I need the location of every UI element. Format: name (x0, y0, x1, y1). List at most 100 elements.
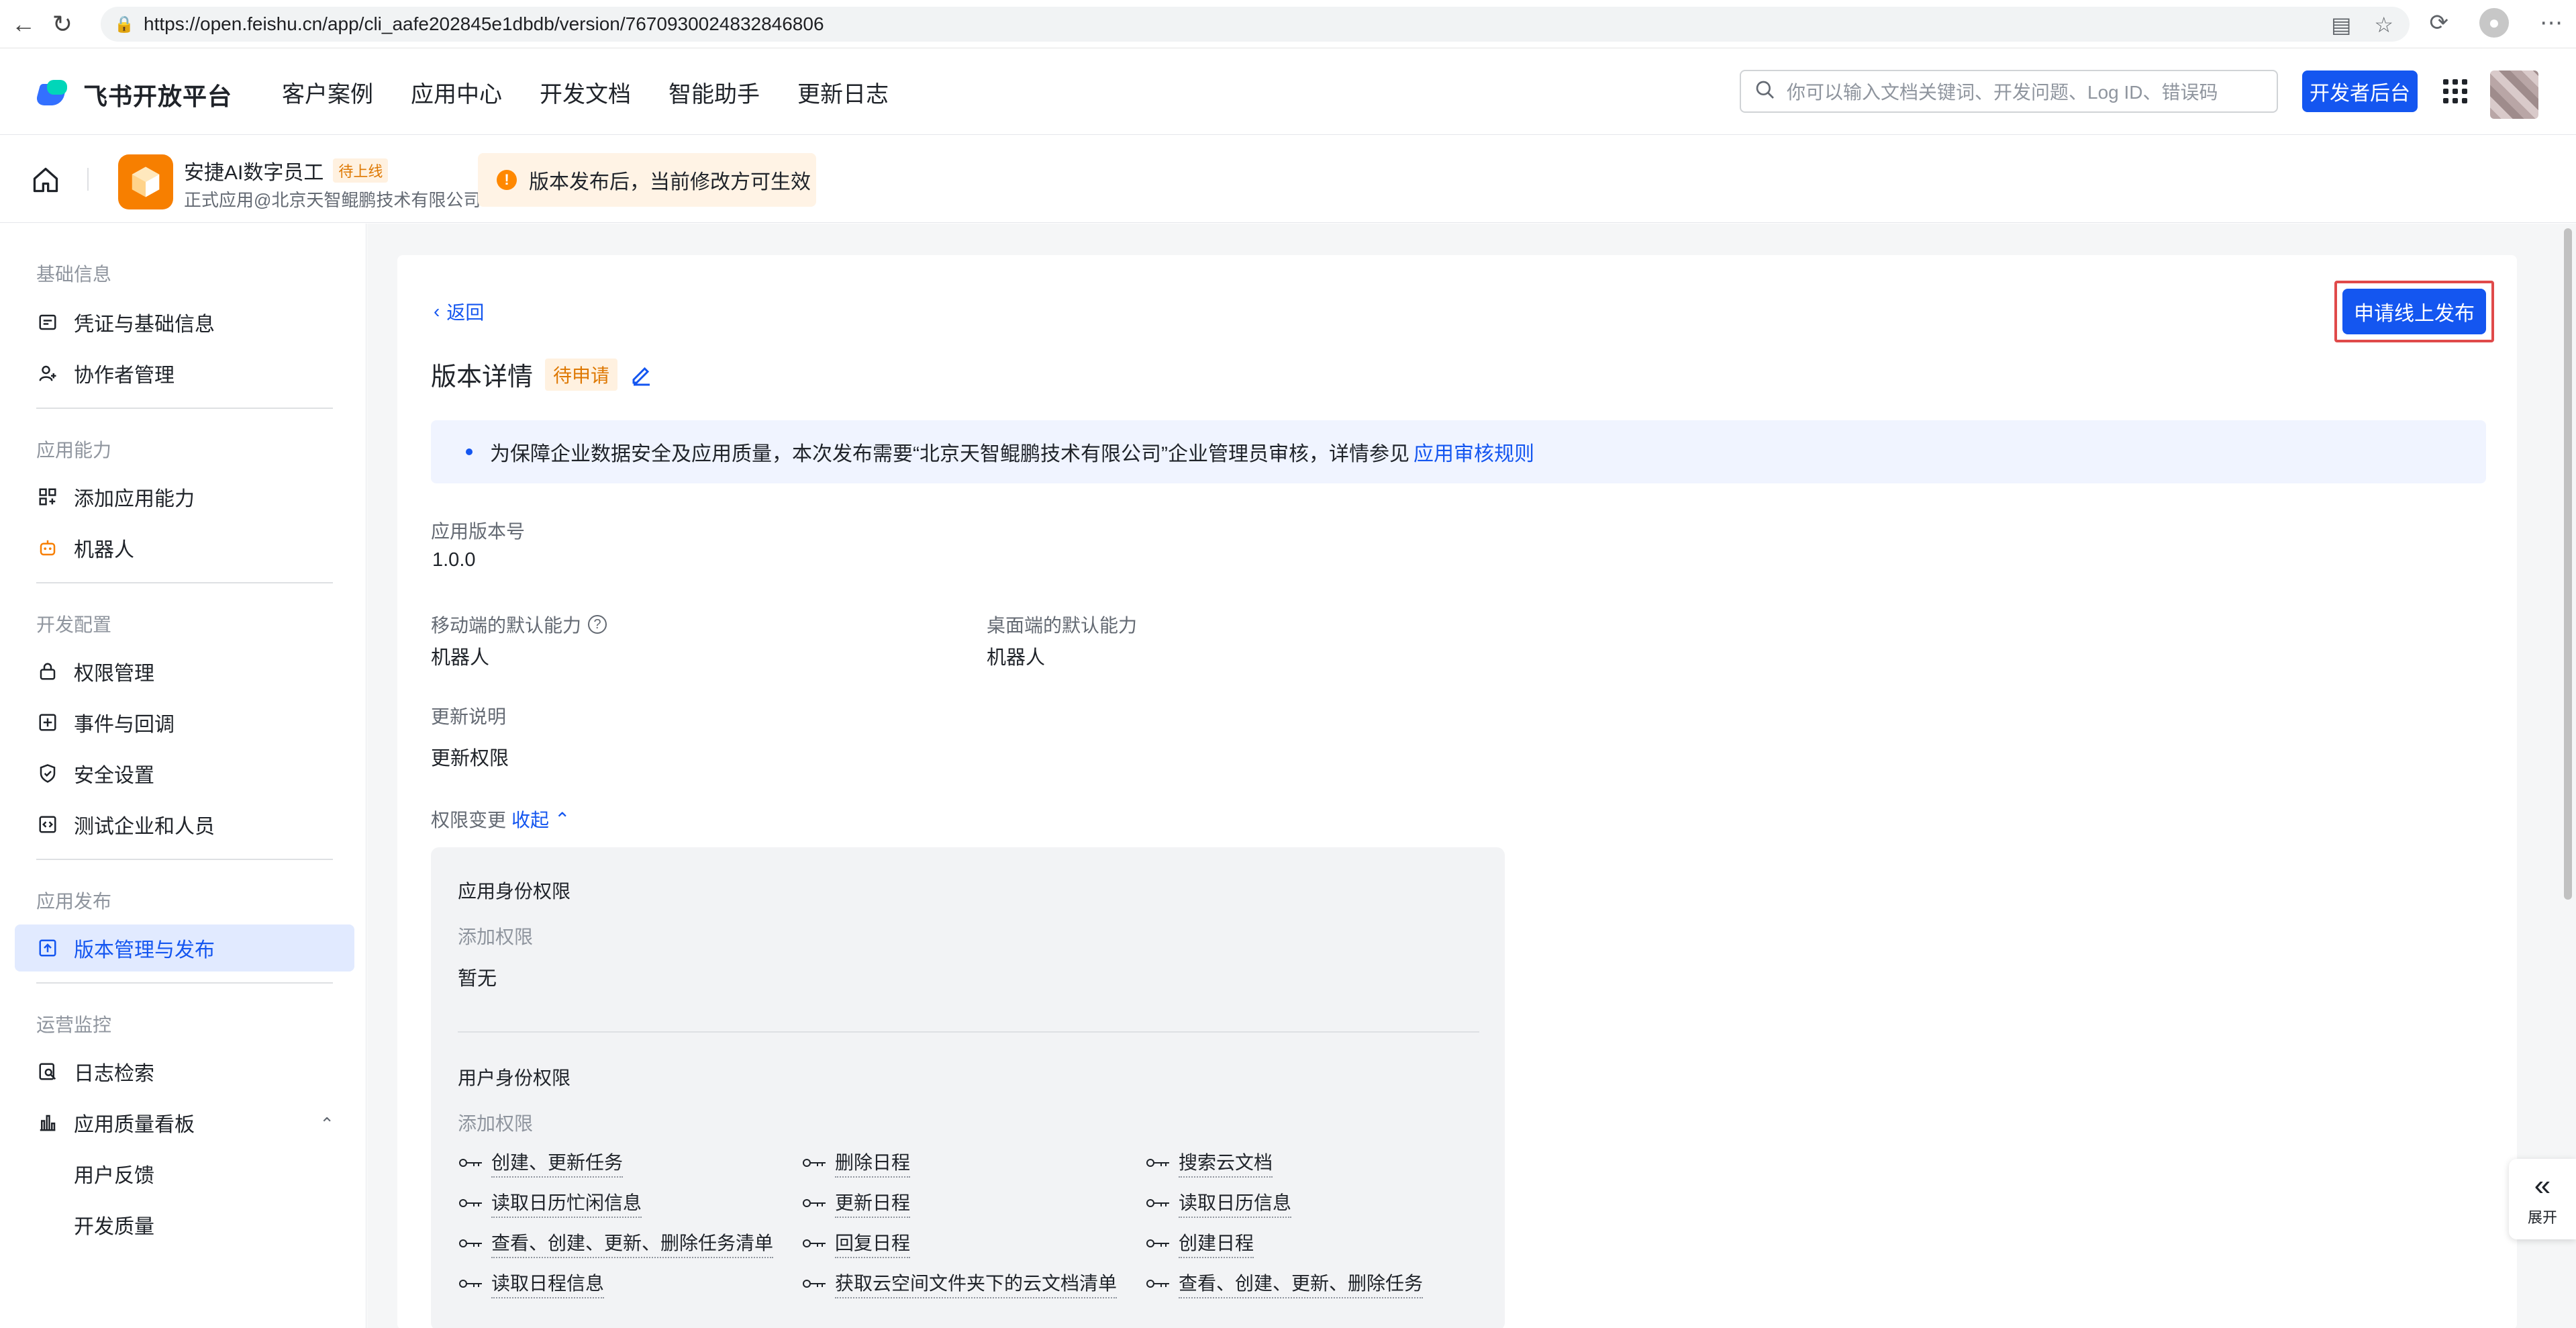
menu-item-assistant[interactable]: 智能助手 (668, 76, 760, 109)
sidebar-item-log-search[interactable]: 日志检索 (15, 1048, 354, 1095)
back-icon[interactable]: ← (8, 9, 39, 40)
browser-toolbar: ← ↻ 🔒 https://open.feishu.cn/app/cli_aaf… (0, 0, 2576, 48)
sidebar-section-dev-config: 开发配置 (36, 614, 112, 635)
upload-icon (39, 939, 56, 957)
bullet-icon (466, 448, 473, 455)
review-info-banner: 为保障企业数据安全及应用质量，本次发布需要“北京天智鲲鹏技术有限公司”企业管理员… (431, 420, 2486, 483)
sidebar-item-version-release[interactable]: 版本管理与发布 (15, 924, 354, 971)
key-icon (803, 1239, 826, 1247)
menu-item-changelog[interactable]: 更新日志 (797, 76, 889, 109)
chevron-up-icon[interactable]: ⌃ (554, 808, 570, 831)
sidebar-item-collaborators[interactable]: 协作者管理 (15, 350, 354, 397)
permission-item-label: 回复日程 (835, 1229, 911, 1258)
key-icon (1146, 1280, 1169, 1288)
version-label: 应用版本号 (431, 517, 525, 544)
app-permissions-value: 暂无 (458, 968, 497, 990)
home-icon[interactable] (31, 165, 60, 195)
edit-icon[interactable] (630, 363, 654, 387)
app-permissions-added-label: 添加权限 (458, 927, 534, 947)
reader-icon[interactable]: ▤ (2331, 12, 2351, 38)
sidebar-item-credentials[interactable]: 凭证与基础信息 (15, 299, 354, 346)
profile-icon[interactable]: ● (2479, 8, 2509, 38)
permission-item: 搜索云文档 (1145, 1148, 1273, 1178)
key-icon (459, 1199, 482, 1207)
menu-item-cases[interactable]: 客户案例 (282, 76, 373, 109)
sidebar-item-label: 凭证与基础信息 (74, 314, 215, 336)
permission-item-label: 查看、创建、更新、删除任务 (1179, 1269, 1424, 1298)
sidebar-item-dev-quality[interactable]: 开发质量 (15, 1201, 354, 1248)
sidebar-item-label: 用户反馈 (74, 1165, 154, 1187)
chevron-left-icon: ‹ (434, 301, 440, 322)
sidebar-item-label: 应用质量看板 (74, 1114, 195, 1136)
review-rules-link[interactable]: 应用审核规则 (1414, 437, 1534, 467)
app-permissions-title: 应用身份权限 (458, 881, 571, 902)
version-value: 1.0.0 (432, 549, 476, 571)
expand-panel-button[interactable]: « 展开 (2509, 1159, 2576, 1239)
sidebar-item-robot[interactable]: 机器人 (15, 524, 354, 571)
permission-item-label: 创建日程 (1179, 1229, 1254, 1258)
credential-icon (39, 314, 56, 330)
sidebar-item-quality-board[interactable]: 应用质量看板 ⌃ (15, 1099, 354, 1146)
apply-publish-button[interactable]: 申请线上发布 (2342, 289, 2486, 334)
desktop-capability-label-text: 桌面端的默认能力 (987, 615, 1138, 636)
robot-icon (40, 540, 56, 556)
search-input[interactable]: 你可以输入文档关键词、开发问题、Log ID、错误码 (1740, 70, 2278, 113)
release-notes-label-text: 更新说明 (431, 706, 507, 727)
sidebar-item-test-tenants[interactable]: 测试企业和人员 (15, 801, 354, 848)
sidebar-item-label: 日志检索 (74, 1063, 154, 1085)
more-icon[interactable]: ⋯ (2540, 9, 2563, 36)
mobile-capability-label: 移动端的默认能力 ? (431, 611, 607, 638)
key-icon (803, 1199, 826, 1207)
double-chevron-left-icon: « (2534, 1169, 2551, 1202)
sidebar-item-security[interactable]: 安全设置 (15, 750, 354, 797)
sidebar-item-events[interactable]: 事件与回调 (15, 699, 354, 746)
sidebar-item-label: 版本管理与发布 (74, 939, 215, 961)
lock-icon: 🔒 (114, 15, 134, 34)
log-search-icon (39, 1063, 56, 1080)
back-link[interactable]: ‹ 返回 (434, 298, 484, 325)
sidebar-item-permissions[interactable]: 权限管理 (15, 648, 354, 695)
apps-grid-icon[interactable] (2443, 79, 2467, 103)
feishu-logo[interactable]: 飞书开放平台 (34, 77, 232, 112)
reload-icon[interactable]: ↻ (47, 9, 78, 40)
key-icon (459, 1159, 482, 1167)
status-badge: 待上线 (333, 158, 389, 183)
key-icon (803, 1280, 826, 1288)
permission-item-label: 搜索云文档 (1179, 1148, 1273, 1178)
permission-changes-label: 权限变更 (431, 810, 507, 831)
collapse-toggle[interactable]: 收起 (511, 806, 549, 833)
history-icon[interactable]: ⟳ (2430, 9, 2449, 36)
desktop-capability-value: 机器人 (987, 647, 1046, 669)
sidebar-item-add-capability[interactable]: 添加应用能力 (15, 473, 354, 520)
permission-item-label: 获取云空间文件夹下的云文档清单 (835, 1269, 1118, 1298)
key-icon (1146, 1199, 1169, 1207)
key-icon (459, 1280, 482, 1288)
warning-icon: ! (497, 170, 517, 190)
help-icon[interactable]: ? (588, 615, 607, 634)
sidebar-item-label: 机器人 (74, 539, 134, 561)
permission-item-label: 读取日程信息 (491, 1269, 605, 1298)
permission-item: 读取日历忙闲信息 (458, 1188, 642, 1218)
developer-console-button[interactable]: 开发者后台 (2302, 70, 2418, 112)
permission-item: 读取日历信息 (1145, 1188, 1292, 1218)
sidebar-section-monitoring: 运营监控 (36, 1014, 112, 1035)
avatar[interactable] (2490, 70, 2538, 119)
permission-item: 查看、创建、更新、删除任务 (1145, 1269, 1424, 1298)
key-icon (1146, 1159, 1169, 1167)
chevron-up-icon[interactable]: ⌃ (319, 1114, 334, 1135)
shield-icon (40, 764, 56, 783)
menu-item-app-center[interactable]: 应用中心 (411, 76, 502, 109)
mobile-capability-value: 机器人 (431, 647, 490, 669)
sidebar-item-user-feedback[interactable]: 用户反馈 (15, 1150, 354, 1197)
sidebar-section-basic: 基础信息 (36, 264, 112, 285)
permission-item-label: 读取日历忙闲信息 (491, 1188, 642, 1218)
address-bar[interactable]: 🔒 https://open.feishu.cn/app/cli_aafe202… (101, 7, 2410, 42)
page-scrollbar[interactable] (2564, 228, 2572, 900)
app-subtitle: 正式应用@北京天智鲲鹏技术有限公司 (184, 190, 481, 210)
notice-text: 版本发布后，当前修改方可生效 (529, 171, 811, 193)
star-icon[interactable]: ☆ (2374, 12, 2393, 38)
permission-item: 创建日程 (1145, 1229, 1254, 1258)
menu-item-docs[interactable]: 开发文档 (540, 76, 631, 109)
permission-changes-header: 权限变更 收起 ⌃ (431, 806, 571, 833)
sidebar-item-label: 安全设置 (74, 765, 154, 787)
